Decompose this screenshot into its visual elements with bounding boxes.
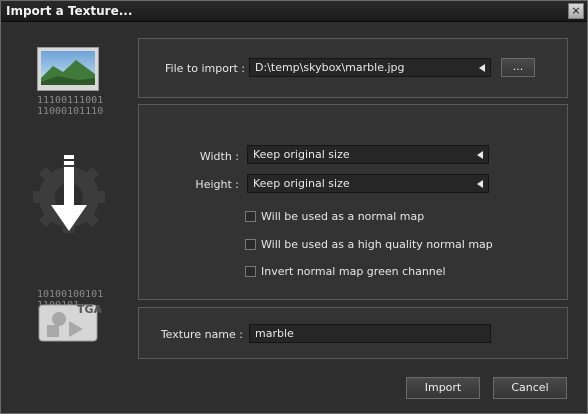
title-bar: Import a Texture... × <box>1 1 587 22</box>
invert-green-checkbox[interactable] <box>245 266 256 277</box>
browse-button[interactable]: ... <box>501 58 535 77</box>
texture-name-label: Texture name : <box>160 328 243 341</box>
options-panel: Width : Keep original size Height : Keep… <box>138 104 568 300</box>
texture-file-icon: TGA <box>37 303 103 343</box>
dropdown-arrow-icon <box>477 151 483 159</box>
gear-download-arrow-icon <box>29 153 109 237</box>
file-to-import-label: File to import : <box>165 62 245 75</box>
file-panel: File to import : D:\temp\skybox\marble.j… <box>138 38 568 98</box>
import-button[interactable]: Import <box>406 377 480 399</box>
hq-normal-map-label: Will be used as a high quality normal ma… <box>261 238 493 251</box>
format-badge: TGA <box>77 303 103 316</box>
width-label: Width : <box>199 150 239 163</box>
image-file-icon <box>37 47 99 91</box>
binary-text-top: 11100111001 11000101110 <box>37 95 104 117</box>
cancel-button[interactable]: Cancel <box>493 377 567 399</box>
texture-name-panel: Texture name : <box>138 307 568 359</box>
file-path-value: D:\temp\skybox\marble.jpg <box>255 61 405 74</box>
import-texture-dialog: Import a Texture... × 11100111001 110001… <box>0 0 588 414</box>
dropdown-arrow-icon <box>479 64 485 72</box>
normal-map-label: Will be used as a normal map <box>261 210 425 223</box>
normal-map-checkbox[interactable] <box>245 211 256 222</box>
file-path-dropdown[interactable]: D:\temp\skybox\marble.jpg <box>249 58 491 77</box>
window-title: Import a Texture... <box>6 4 133 18</box>
width-value: Keep original size <box>253 148 350 161</box>
hq-normal-map-checkbox[interactable] <box>245 239 256 250</box>
close-button[interactable]: × <box>568 3 584 19</box>
width-dropdown[interactable]: Keep original size <box>247 145 489 164</box>
texture-name-input[interactable] <box>249 324 491 343</box>
height-dropdown[interactable]: Keep original size <box>247 174 489 193</box>
illustration: 11100111001 11000101110 10100100101 TGA <box>29 41 109 351</box>
height-value: Keep original size <box>253 177 350 190</box>
height-label: Height : <box>195 178 239 191</box>
dropdown-arrow-icon <box>477 180 483 188</box>
invert-green-label: Invert normal map green channel <box>261 265 446 278</box>
